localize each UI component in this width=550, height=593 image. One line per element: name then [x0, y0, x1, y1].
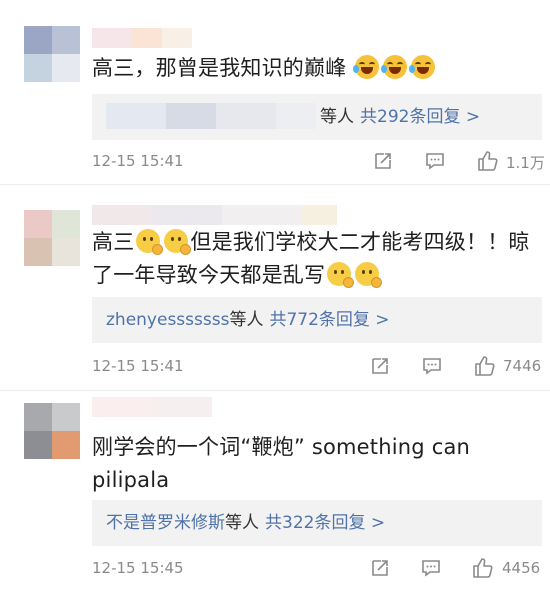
- username-blurred[interactable]: [92, 397, 212, 417]
- repost-icon[interactable]: [369, 355, 391, 377]
- reply-names-link[interactable]: 不是普罗米修斯: [106, 513, 225, 533]
- like-count: 7446: [503, 357, 542, 375]
- avatar[interactable]: [24, 210, 80, 266]
- like-icon[interactable]: [472, 557, 494, 579]
- like-count: 4456: [502, 559, 541, 577]
- timestamp: 12-15 15:41: [92, 152, 184, 170]
- reply-names-blurred: [106, 103, 316, 129]
- replies-summary[interactable]: 不是普罗米修斯等人 共322条回复 >: [92, 500, 542, 546]
- repost-icon[interactable]: [369, 557, 391, 579]
- reply-etc: 等人: [225, 513, 259, 533]
- like-icon[interactable]: [474, 355, 496, 377]
- reply-count-link[interactable]: 共292条回复 >: [360, 107, 480, 127]
- comment-meta: 12-15 15:41 7446: [92, 355, 550, 379]
- thinking-emoji: [327, 262, 355, 288]
- laugh-cry-emoji: [409, 55, 436, 79]
- comment-2: 高三 但是我们学校大二才能考四级！！晾了一年导致今天都是乱写 zhenyessss…: [0, 185, 550, 390]
- comment-3: 刚学会的一个词“鞭炮” something can pilipala 不是普罗米…: [0, 391, 550, 593]
- username-blurred[interactable]: [92, 28, 192, 48]
- comment-body-start: 高三: [92, 230, 135, 254]
- comment-meta: 12-15 15:41 1.1万: [92, 150, 550, 174]
- thinking-emoji: [164, 229, 192, 255]
- repost-icon[interactable]: [372, 150, 394, 172]
- timestamp: 12-15 15:41: [92, 357, 184, 375]
- comment-icon[interactable]: [420, 557, 442, 579]
- comment-icon[interactable]: [424, 150, 446, 172]
- reply-names-link[interactable]: zhenyesssssss: [106, 310, 229, 330]
- comment-meta: 12-15 15:45 4456: [92, 557, 550, 581]
- avatar[interactable]: [24, 403, 80, 459]
- reply-etc: 等人: [229, 310, 264, 330]
- comment-icon[interactable]: [421, 355, 443, 377]
- like-count: 1.1万: [506, 154, 545, 172]
- reply-count-link[interactable]: 共322条回复 >: [265, 513, 385, 533]
- comment-text: 高三，那曾是我知识的巅峰: [92, 52, 530, 85]
- reply-count-link[interactable]: 共772条回复 >: [269, 310, 389, 330]
- thinking-emoji: [355, 262, 383, 288]
- replies-summary[interactable]: 等人 共292条回复 >: [92, 94, 542, 140]
- username-blurred[interactable]: [92, 205, 337, 225]
- avatar[interactable]: [24, 26, 80, 82]
- comment-body: 高三，那曾是我知识的巅峰: [92, 56, 347, 80]
- reply-etc: 等人: [320, 107, 354, 127]
- comment-text: 高三 但是我们学校大二才能考四级！！晾了一年导致今天都是乱写: [92, 226, 530, 292]
- like-icon[interactable]: [477, 150, 499, 172]
- timestamp: 12-15 15:45: [92, 559, 184, 577]
- laugh-cry-emoji: [381, 55, 408, 79]
- replies-summary[interactable]: zhenyesssssss等人 共772条回复 >: [92, 297, 542, 343]
- thinking-emoji: [136, 229, 164, 255]
- laugh-cry-emoji: [353, 55, 380, 79]
- comment-1: 高三，那曾是我知识的巅峰 等人 共292条回复 > 12-15 15:41 1.1…: [0, 0, 550, 184]
- comment-body: 刚学会的一个词“鞭炮” something can pilipala: [92, 435, 471, 492]
